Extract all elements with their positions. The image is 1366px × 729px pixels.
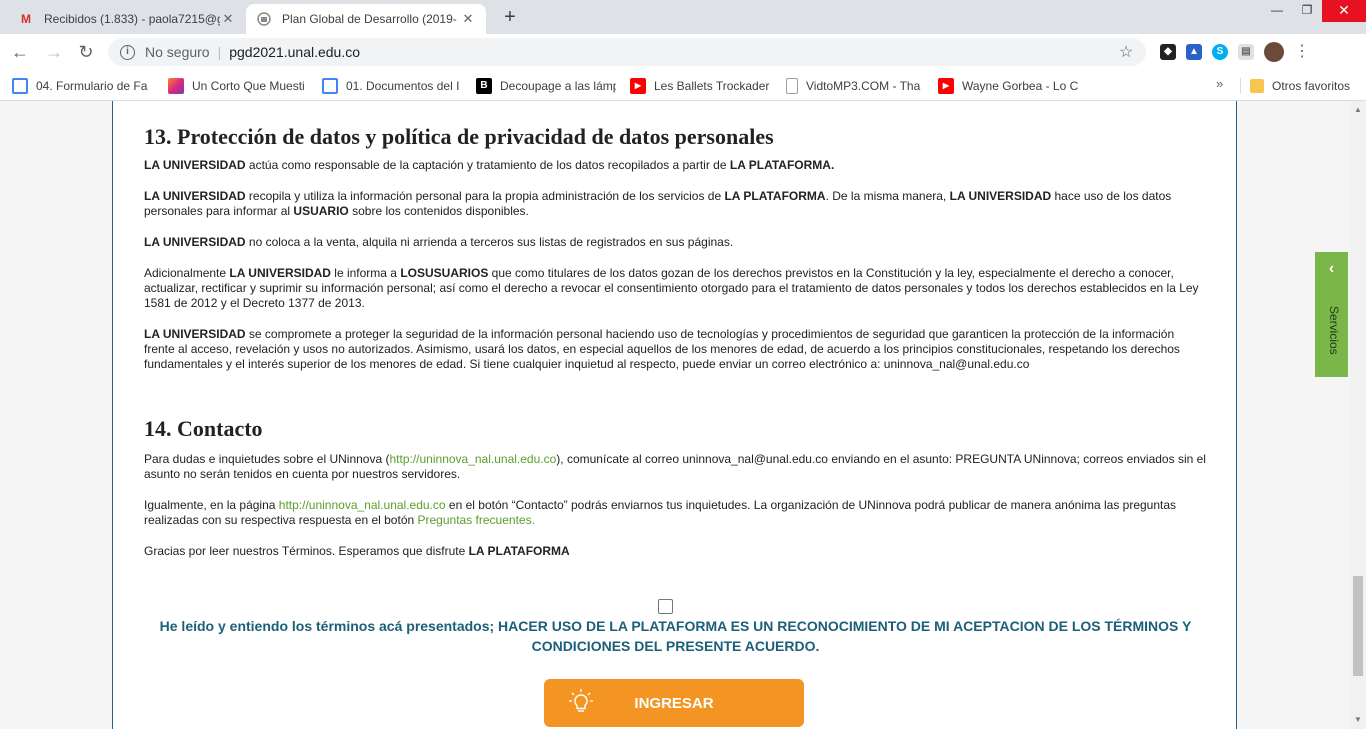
servicios-side-tab[interactable]: ‹ Servicios (1315, 252, 1348, 377)
bookmark-item[interactable]: B Decoupage a las lámp (476, 75, 616, 97)
ingresar-label: INGRESAR (634, 694, 714, 712)
window-controls: — ❐ ✕ (1262, 0, 1366, 22)
gmail-icon: M (21, 12, 31, 26)
chevron-left-icon[interactable]: ‹ (1315, 260, 1348, 278)
bookmark-label: Decoupage a las lámp (500, 79, 616, 93)
browser-toolbar: ← → ↻ i No seguro | pgd2021.unal.edu.co … (0, 34, 1366, 70)
paragraph: Adicionalmente LA UNIVERSIDAD le informa… (144, 266, 1199, 310)
youtube-icon: ▶ (938, 78, 954, 94)
bookmark-label: 01. Documentos del I (346, 79, 460, 93)
ingresar-button[interactable]: INGRESAR (544, 679, 804, 727)
bookmark-item[interactable]: Un Corto Que Muesti (168, 75, 306, 97)
paragraph: LA UNIVERSIDAD se compromete a proteger … (144, 327, 1180, 371)
forward-button[interactable]: → (42, 40, 66, 64)
close-icon[interactable]: ✕ (460, 11, 476, 27)
paragraph: Igualmente, en la página http://uninnova… (144, 498, 1177, 527)
accept-terms-label: He leído y entiendo los términos acá pre… (159, 618, 1192, 654)
minimize-button[interactable]: — (1262, 0, 1292, 22)
servicios-label: Servicios (1327, 306, 1341, 355)
maximize-button[interactable]: ❐ (1292, 0, 1322, 22)
page-scrollbar[interactable]: ▲ ▼ (1350, 101, 1366, 729)
scroll-up-icon[interactable]: ▲ (1353, 105, 1363, 115)
docs-icon (322, 78, 338, 94)
page-icon[interactable]: ▤ (1238, 44, 1254, 60)
bookmarks-bar: 04. Formulario de Fa Un Corto Que Muesti… (0, 70, 1366, 101)
page-viewport: 13. Protección de datos y política de pr… (0, 101, 1350, 729)
uninnova-link[interactable]: http://uninnova_nal.unal.edu.co (279, 498, 446, 512)
new-tab-button[interactable]: + (498, 6, 522, 30)
paragraph: LA UNIVERSIDAD no coloca a la venta, alq… (144, 235, 734, 249)
bookmark-item[interactable]: ▶ Les Ballets Trockader (630, 75, 770, 97)
bookmark-label: VidtoMP3.COM - Tha (806, 79, 921, 93)
scroll-thumb[interactable] (1353, 576, 1363, 676)
docs-icon (12, 78, 28, 94)
graduation-icon[interactable]: ▲ (1186, 44, 1202, 60)
window-close-button[interactable]: ✕ (1322, 0, 1366, 22)
bookmark-label: 04. Formulario de Fa (36, 79, 148, 93)
other-bookmarks-folder[interactable]: Otros favoritos (1250, 75, 1360, 97)
tab-title: Recibidos (1.833) - paola7215@g (44, 12, 220, 26)
avatar[interactable] (1264, 42, 1284, 62)
divider (1240, 78, 1241, 94)
tab-strip: M Recibidos (1.833) - paola7215@g ✕ Plan… (0, 0, 1366, 34)
bookmark-label: Otros favoritos (1272, 79, 1351, 93)
youtube-icon: ▶ (630, 78, 646, 94)
info-icon[interactable]: i (120, 44, 135, 60)
bookmark-item[interactable]: ▶ Wayne Gorbea - Lo C (938, 75, 1078, 97)
skype-icon[interactable]: S (1212, 44, 1228, 60)
bookmark-item[interactable]: 01. Documentos del I (322, 75, 460, 97)
bookmark-item[interactable]: 04. Formulario de Fa (12, 75, 158, 97)
security-label: No seguro (145, 44, 210, 60)
tab-gmail[interactable]: M Recibidos (1.833) - paola7215@g ✕ (8, 4, 246, 34)
address-bar[interactable]: i No seguro | pgd2021.unal.edu.co ☆ (108, 38, 1146, 66)
faq-link[interactable]: Preguntas frecuentes. (418, 513, 535, 527)
accept-terms-checkbox[interactable] (658, 599, 673, 614)
paragraph: LA UNIVERSIDAD actúa como responsable de… (144, 158, 835, 172)
bookmark-label: Wayne Gorbea - Lo C (962, 79, 1078, 93)
page-icon (786, 78, 798, 94)
bookmark-label: Un Corto Que Muesti (192, 79, 305, 93)
unal-icon (256, 11, 272, 27)
back-button[interactable]: ← (8, 40, 32, 64)
separator: | (217, 44, 222, 60)
section-13-title: 13. Protección de datos y política de pr… (144, 124, 774, 149)
tab-title: Plan Global de Desarrollo (2019- (282, 12, 457, 26)
bookmarks-more-button[interactable]: » (1216, 76, 1223, 91)
b-icon: B (476, 78, 492, 94)
url-text[interactable]: pgd2021.unal.edu.co (229, 44, 1116, 60)
paragraph: Para dudas e inquietudes sobre el UNinno… (144, 452, 1206, 481)
close-icon[interactable]: ✕ (220, 11, 236, 27)
bookmark-item[interactable]: VidtoMP3.COM - Tha (786, 75, 922, 97)
paragraph: LA UNIVERSIDAD recopila y utiliza la inf… (144, 189, 1172, 218)
lightbulb-icon (569, 689, 593, 712)
instagram-icon (168, 78, 184, 94)
section-14-title: 14. Contacto (144, 416, 263, 441)
star-icon[interactable]: ☆ (1116, 42, 1136, 62)
extensions: ◆ ▲ S ▤ ⋮ (1160, 42, 1310, 62)
owl-icon[interactable]: ◆ (1160, 44, 1176, 60)
tab-active[interactable]: Plan Global de Desarrollo (2019- ✕ (246, 4, 486, 34)
bookmark-label: Les Ballets Trockader (654, 79, 770, 93)
folder-icon (1250, 79, 1264, 93)
uninnova-link[interactable]: http://uninnova_nal.unal.edu.co (389, 452, 556, 466)
menu-icon[interactable]: ⋮ (1294, 44, 1310, 60)
paragraph: Gracias por leer nuestros Términos. Espe… (144, 544, 570, 558)
reload-button[interactable]: ↻ (74, 40, 98, 64)
terms-content: 13. Protección de datos y política de pr… (144, 101, 1206, 559)
scroll-down-icon[interactable]: ▼ (1353, 715, 1363, 725)
